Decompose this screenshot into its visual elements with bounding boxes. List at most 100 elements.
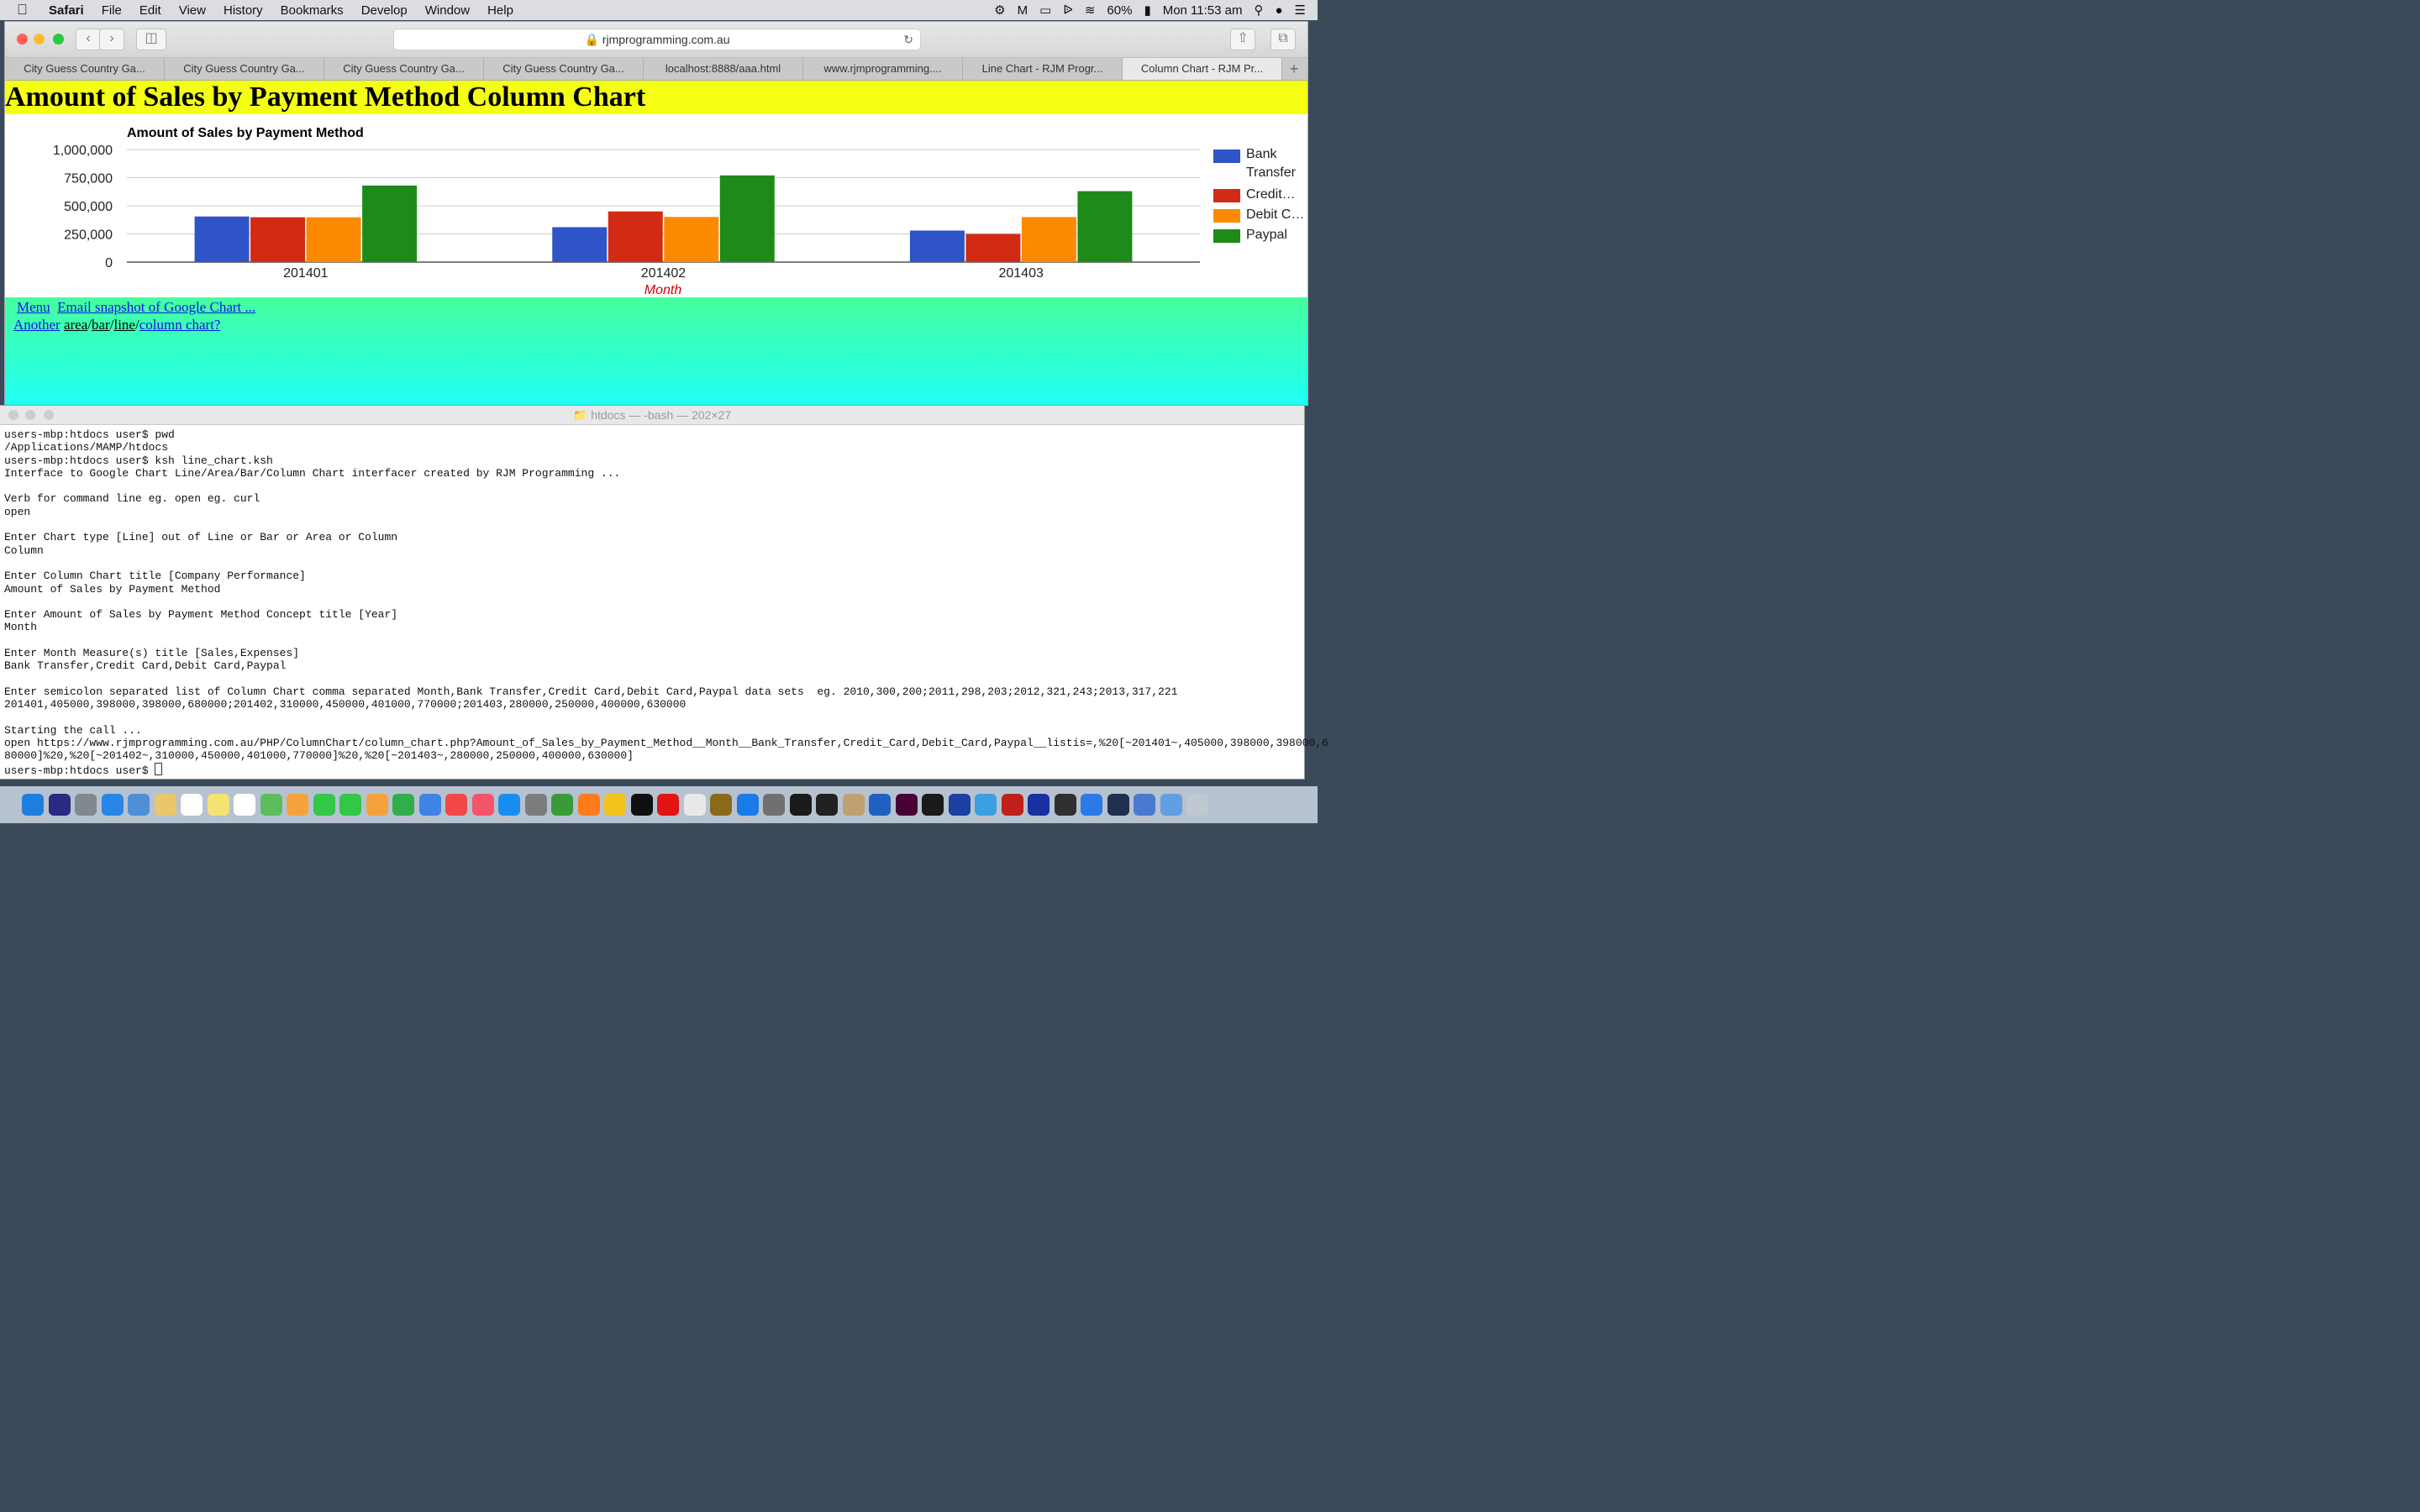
siri-icon[interactable] <box>48 794 71 816</box>
bar-201403-1[interactable] <box>965 234 1021 263</box>
area-option[interactable]: area <box>64 317 87 333</box>
show-tabs-button[interactable]: ⧉ <box>1270 29 1296 50</box>
notification-center-icon[interactable]: ☰ <box>1295 3 1306 18</box>
bar-201403-3[interactable] <box>1077 191 1133 262</box>
reminders-icon[interactable] <box>234 794 255 816</box>
textmate-icon[interactable] <box>1107 794 1129 816</box>
address-bar[interactable]: 🔒 rjmprogramming.com.au ↻ <box>393 29 921 50</box>
filezilla-icon[interactable] <box>1001 794 1023 816</box>
battery-icon[interactable]: ▮ <box>1144 3 1150 18</box>
close-window-button[interactable] <box>17 34 28 45</box>
appstore-icon[interactable] <box>498 794 520 816</box>
terminal-output[interactable]: users-mbp:htdocs user$ pwd/Applications/… <box>0 425 1328 777</box>
bar-201402-2[interactable] <box>664 217 719 262</box>
menu-history[interactable]: History <box>224 3 263 18</box>
airplay-icon[interactable]: ▭ <box>1039 3 1051 18</box>
wifi-icon[interactable]: ≋ <box>1085 3 1096 18</box>
phpstorm-icon[interactable] <box>630 794 653 816</box>
menu-view[interactable]: View <box>179 3 206 18</box>
font-icon[interactable] <box>1054 794 1076 816</box>
r-icon[interactable] <box>869 794 891 816</box>
opera-icon[interactable] <box>657 794 679 816</box>
legend-item[interactable]: Bank Transfer <box>1213 147 1307 182</box>
zoom-window-button[interactable] <box>53 34 64 45</box>
calendar-icon[interactable] <box>181 794 203 816</box>
new-tab-button[interactable]: + <box>1282 58 1306 80</box>
legend-item[interactable]: Debit C… <box>1213 207 1307 223</box>
legend-item[interactable]: Paypal <box>1213 228 1307 243</box>
keynote-icon[interactable] <box>418 794 441 816</box>
tab-city-guess-4[interactable]: City Guess Country Ga... <box>484 58 644 80</box>
terminal-close-button[interactable] <box>8 410 18 420</box>
tab-rjmprogramming[interactable]: www.rjmprogramming.... <box>803 58 963 80</box>
menu-file[interactable]: File <box>102 3 122 18</box>
bar-201401-3[interactable] <box>362 185 418 262</box>
systemprefs-icon[interactable] <box>524 794 547 816</box>
status-app-icon[interactable]: ⚙ <box>994 3 1005 18</box>
clock[interactable]: Mon 11:53 am <box>1163 3 1243 18</box>
preview-icon[interactable] <box>128 794 150 816</box>
bar-201402-1[interactable] <box>608 211 663 262</box>
terminal-prompt[interactable]: users-mbp:htdocs user$ <box>4 762 1304 777</box>
menu-link[interactable]: Menu <box>17 299 50 315</box>
finder-folder-icon[interactable] <box>1134 794 1155 816</box>
launchpad-icon[interactable] <box>75 794 97 816</box>
notes-icon[interactable] <box>154 794 176 816</box>
reload-icon[interactable]: ↻ <box>903 29 913 50</box>
forward-button[interactable]: › <box>99 29 124 50</box>
bar-201403-0[interactable] <box>909 230 965 262</box>
back-button[interactable]: ‹ <box>76 29 101 50</box>
numbers-icon[interactable] <box>392 794 414 816</box>
bar-201402-3[interactable] <box>719 175 775 262</box>
menu-window[interactable]: Window <box>425 3 470 18</box>
audacity-icon[interactable] <box>1028 794 1050 816</box>
photos-icon[interactable] <box>287 794 308 816</box>
bar-201403-2[interactable] <box>1021 217 1076 262</box>
legend-item[interactable]: Credit… <box>1213 187 1307 202</box>
quicktime-icon[interactable] <box>1081 794 1102 816</box>
chrome-icon[interactable] <box>604 794 626 816</box>
tab-localhost[interactable]: localhost:8888/aaa.html <box>644 58 803 80</box>
facetime-icon[interactable] <box>339 794 361 816</box>
email-snapshot-link[interactable]: Email snapshot of Google Chart ... <box>57 299 255 315</box>
safari-icon[interactable] <box>101 794 124 816</box>
xcode-icon[interactable] <box>736 794 759 816</box>
tab-city-guess-2[interactable]: City Guess Country Ga... <box>165 58 324 80</box>
terminal-minimize-button[interactable] <box>25 410 35 420</box>
bar-201401-0[interactable] <box>194 216 250 262</box>
bar-201401-1[interactable] <box>250 217 306 262</box>
tab-city-guess-1[interactable]: City Guess Country Ga... <box>5 58 165 80</box>
malwarebytes-icon[interactable]: M <box>1018 3 1028 18</box>
finder-icon[interactable] <box>22 794 44 816</box>
menu-edit[interactable]: Edit <box>139 3 161 18</box>
news-icon[interactable] <box>445 794 467 816</box>
menu-app-name[interactable]: Safari <box>49 3 84 18</box>
safari-tech-icon[interactable] <box>975 794 997 816</box>
bar-201401-2[interactable] <box>306 217 361 262</box>
inkscape-icon[interactable] <box>816 794 838 816</box>
xd-icon[interactable] <box>895 794 918 816</box>
terminal-zoom-button[interactable] <box>44 410 54 420</box>
spotlight-search-icon[interactable]: ⚲ <box>1254 3 1263 18</box>
share-button[interactable]: ⇧ <box>1230 29 1255 50</box>
cyberduck-icon[interactable] <box>842 794 865 816</box>
anaconda-icon[interactable] <box>551 794 573 816</box>
tab-city-guess-3[interactable]: City Guess Country Ga... <box>324 58 484 80</box>
apple-menu-icon[interactable]:  <box>17 2 34 18</box>
trash-icon[interactable] <box>1186 794 1208 816</box>
column-chart-link[interactable]: column chart? <box>139 317 221 333</box>
sidebar-toggle-button[interactable]: ◫ <box>136 29 166 50</box>
pages-icon[interactable] <box>366 794 388 816</box>
tab-line-chart[interactable]: Line Chart - RJM Progr... <box>963 58 1123 80</box>
messages-icon[interactable] <box>313 794 335 816</box>
automator-icon[interactable] <box>763 794 785 816</box>
menu-develop[interactable]: Develop <box>361 3 408 18</box>
bluetooth-icon[interactable]: ᐉ <box>1063 3 1073 18</box>
downloads-icon[interactable] <box>1160 794 1182 816</box>
maps-icon[interactable] <box>260 794 282 816</box>
firefox-icon[interactable] <box>577 794 600 816</box>
mamp-icon[interactable] <box>710 794 732 816</box>
filemaker-icon[interactable] <box>948 794 971 816</box>
menu-bookmarks[interactable]: Bookmarks <box>281 3 344 18</box>
stickies-icon[interactable] <box>207 794 229 816</box>
